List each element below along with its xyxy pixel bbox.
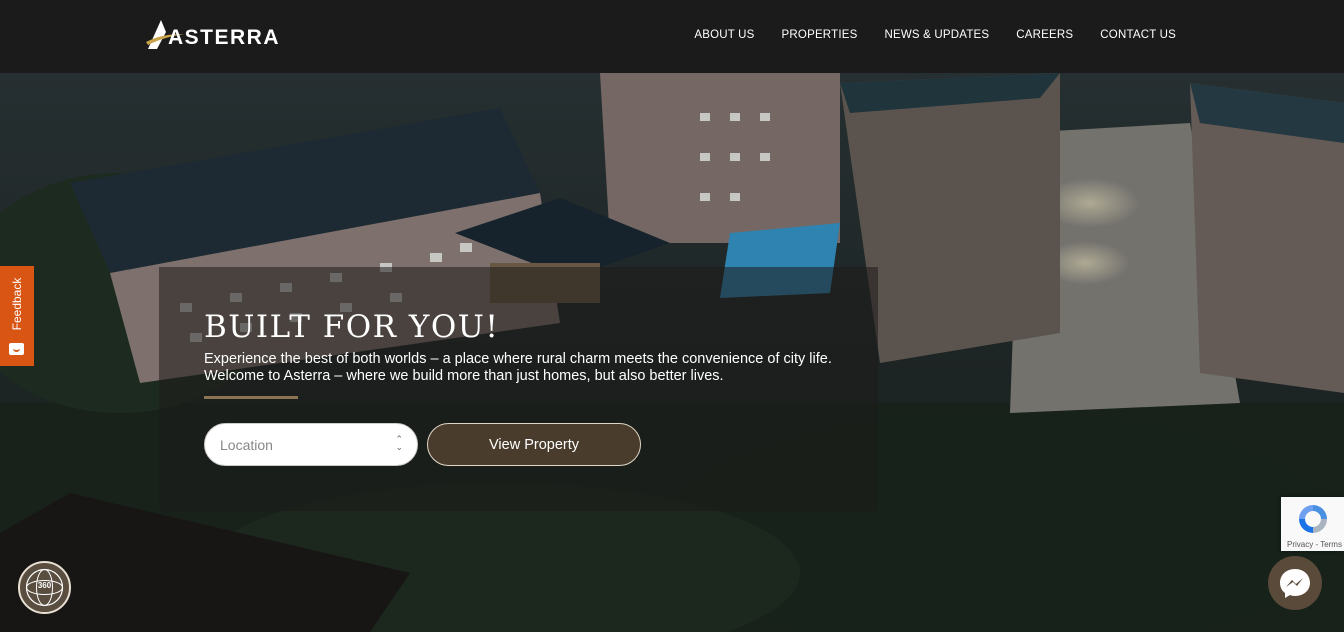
hero-description-line-2: Welcome to Asterra – where we build more… — [204, 368, 724, 384]
virtual-tour-button[interactable]: 360 — [18, 561, 71, 614]
logo-wordmark: ASTERRA — [168, 26, 281, 49]
nav-careers[interactable]: CAREERS — [1016, 29, 1073, 41]
nav-contact-us[interactable]: CONTACT US — [1100, 29, 1176, 41]
feedback-label: Feedback — [10, 277, 24, 331]
messenger-icon — [1280, 569, 1310, 598]
nav-about-us[interactable]: ABOUT US — [694, 29, 754, 41]
smile-icon — [9, 343, 24, 355]
messenger-button[interactable] — [1268, 556, 1322, 610]
hero-card: BUILT FOR YOU! Experience the best of bo… — [159, 267, 878, 511]
hero-description-line-1: Experience the best of both worlds – a p… — [204, 351, 832, 367]
recaptcha-links[interactable]: Privacy - Terms — [1287, 540, 1342, 549]
feedback-tab[interactable]: Feedback — [0, 266, 34, 366]
recaptcha-badge[interactable]: Privacy - Terms — [1281, 497, 1344, 551]
main-nav: ABOUT US PROPERTIES NEWS & UPDATES CAREE… — [694, 29, 1176, 41]
nav-properties[interactable]: PROPERTIES — [782, 29, 858, 41]
recaptcha-icon — [1299, 505, 1327, 533]
location-placeholder: Location — [220, 437, 273, 453]
accent-divider — [204, 396, 298, 399]
asterra-logo[interactable]: ASTERRA — [146, 18, 294, 52]
location-select[interactable]: Location ⌃ ⌄ — [204, 423, 418, 466]
view-property-button[interactable]: View Property — [427, 423, 641, 466]
hero-description: Experience the best of both worlds – a p… — [204, 351, 864, 385]
tour-label: 360 — [37, 581, 52, 590]
site-header: ASTERRA ABOUT US PROPERTIES NEWS & UPDAT… — [0, 0, 1344, 73]
hero-title: BUILT FOR YOU! — [204, 309, 500, 345]
select-arrows-icon: ⌃ ⌄ — [395, 435, 403, 453]
nav-news-updates[interactable]: NEWS & UPDATES — [884, 29, 989, 41]
